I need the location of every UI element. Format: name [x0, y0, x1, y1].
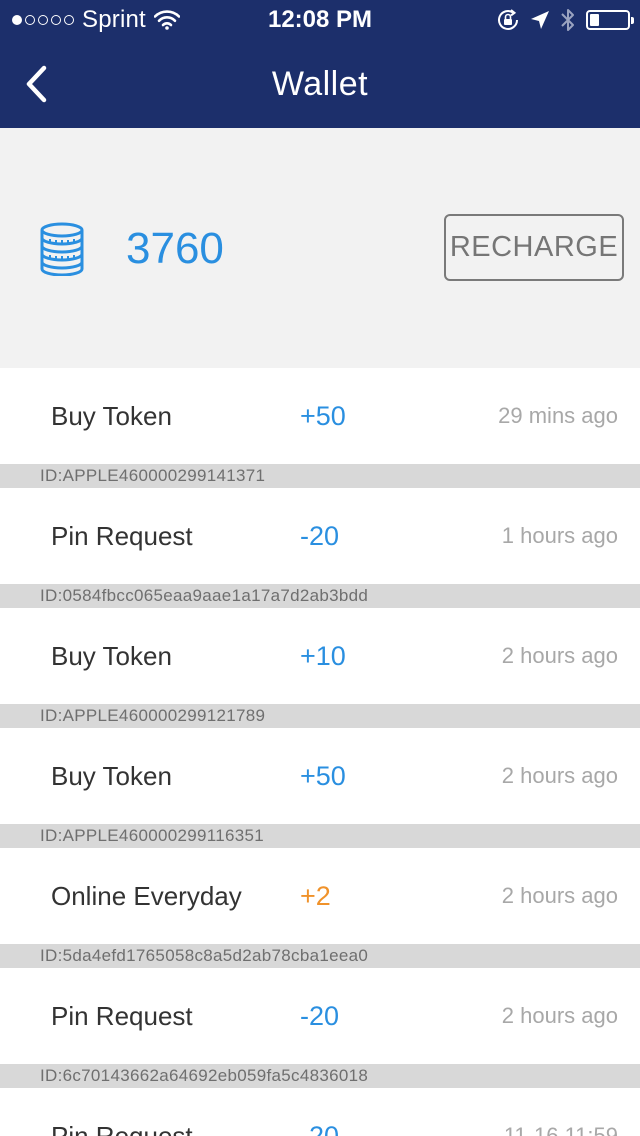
transaction-row[interactable]: Pin Request -20 11-16 11:59 [0, 1088, 640, 1136]
wallet-screen: Sprint 12:08 PM Wallet 3760 RECHARGE Buy… [0, 0, 640, 1136]
bluetooth-icon [561, 9, 574, 31]
transaction-id: ID:6c70143662a64692eb059fa5c4836018 [0, 1064, 640, 1088]
transaction-id: ID:APPLE460000299121789 [0, 704, 640, 728]
transaction-amount: +50 [300, 761, 346, 791]
battery-level [590, 14, 599, 26]
transaction-amount: +50 [300, 401, 346, 431]
balance-panel: 3760 RECHARGE [0, 128, 640, 368]
recharge-button[interactable]: RECHARGE [444, 214, 624, 281]
transaction-amount: -20 [300, 1121, 340, 1136]
header: Sprint 12:08 PM Wallet [0, 0, 640, 128]
transaction-id: ID:0584fbcc065eaa9aae1a17a7d2ab3bdd [0, 584, 640, 608]
transaction-type: Online Everyday [51, 881, 242, 911]
balance-value: 3760 [126, 224, 224, 273]
transaction-type: Pin Request [51, 1001, 193, 1031]
transaction-type: Buy Token [51, 401, 172, 431]
transaction-row[interactable]: Buy Token +50 2 hours ago [0, 728, 640, 824]
orientation-lock-icon [498, 9, 518, 30]
transaction-type: Pin Request [51, 521, 193, 551]
status-bar: Sprint 12:08 PM [0, 0, 640, 40]
transaction-time: 1 hours ago [501, 523, 618, 548]
transaction-time: 2 hours ago [501, 883, 618, 908]
transaction-id: ID:APPLE460000299116351 [0, 824, 640, 848]
transaction-time: 2 hours ago [501, 1003, 618, 1028]
transaction-time: 29 mins ago [498, 403, 618, 428]
nav-bar: Wallet [0, 40, 640, 128]
transaction-time: 2 hours ago [501, 643, 618, 668]
transaction-id: ID:APPLE460000299141371 [0, 464, 640, 488]
transaction-type: Pin Request [51, 1121, 193, 1136]
battery-icon [586, 10, 634, 30]
transaction-type: Buy Token [51, 761, 172, 791]
transaction-time: 11-16 11:59 [503, 1123, 618, 1136]
transaction-amount: -20 [300, 1001, 340, 1031]
transaction-row[interactable]: Pin Request -20 1 hours ago [0, 488, 640, 584]
transaction-amount: +2 [300, 881, 331, 911]
location-arrow-icon [531, 11, 549, 29]
status-right [496, 6, 634, 34]
page-title: Wallet [271, 65, 369, 103]
transaction-amount: +10 [300, 641, 346, 671]
transaction-row[interactable]: Pin Request -20 2 hours ago [0, 968, 640, 1064]
coins-icon [40, 222, 84, 276]
transaction-type: Buy Token [51, 641, 172, 671]
transaction-time: 2 hours ago [501, 763, 618, 788]
transaction-list[interactable]: Buy Token +50 29 mins ago ID:APPLE460000299… [0, 368, 640, 1136]
transaction-row[interactable]: Online Everyday +2 2 hours ago [0, 848, 640, 944]
transaction-row[interactable]: Buy Token +10 2 hours ago [0, 608, 640, 704]
transaction-id: ID:5da4efd1765058c8a5d2ab78cba1eea0 [0, 944, 640, 968]
transaction-row[interactable]: Buy Token +50 29 mins ago [0, 368, 640, 464]
transaction-amount: -20 [300, 521, 340, 551]
